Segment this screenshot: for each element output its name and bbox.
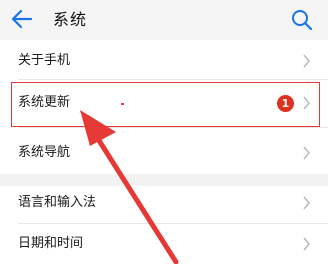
app-bar: 系统	[0, 0, 328, 40]
chevron-right-icon	[303, 96, 310, 110]
update-count-badge: 1	[277, 95, 294, 112]
settings-item-date-time[interactable]: 日期和时间	[0, 224, 328, 264]
settings-item-label: 语言和输入法	[18, 195, 97, 210]
chevron-right-icon	[303, 196, 310, 210]
search-icon[interactable]	[290, 8, 314, 32]
chevron-right-icon	[303, 237, 310, 251]
settings-item-label: 日期和时间	[18, 236, 84, 251]
annotation-mark	[121, 103, 124, 105]
settings-item-label: 系统更新	[18, 95, 71, 110]
page-title: 系统	[53, 10, 88, 29]
settings-item-label: 系统导航	[18, 145, 71, 160]
settings-screen: 系统 关于手机 系统更新 1 系统导航 语言和输入法 日期和时间	[0, 0, 328, 264]
chevron-right-icon	[303, 54, 310, 68]
chevron-right-icon	[303, 146, 310, 160]
divider	[18, 127, 328, 128]
settings-item-language-input[interactable]: 语言和输入法	[0, 186, 328, 224]
section-gap	[0, 174, 328, 186]
settings-item-system-navigation[interactable]: 系统导航	[0, 127, 328, 174]
back-arrow-icon[interactable]	[10, 8, 34, 30]
settings-item-about-phone[interactable]: 关于手机	[0, 40, 328, 80]
settings-item-label: 关于手机	[18, 53, 71, 68]
